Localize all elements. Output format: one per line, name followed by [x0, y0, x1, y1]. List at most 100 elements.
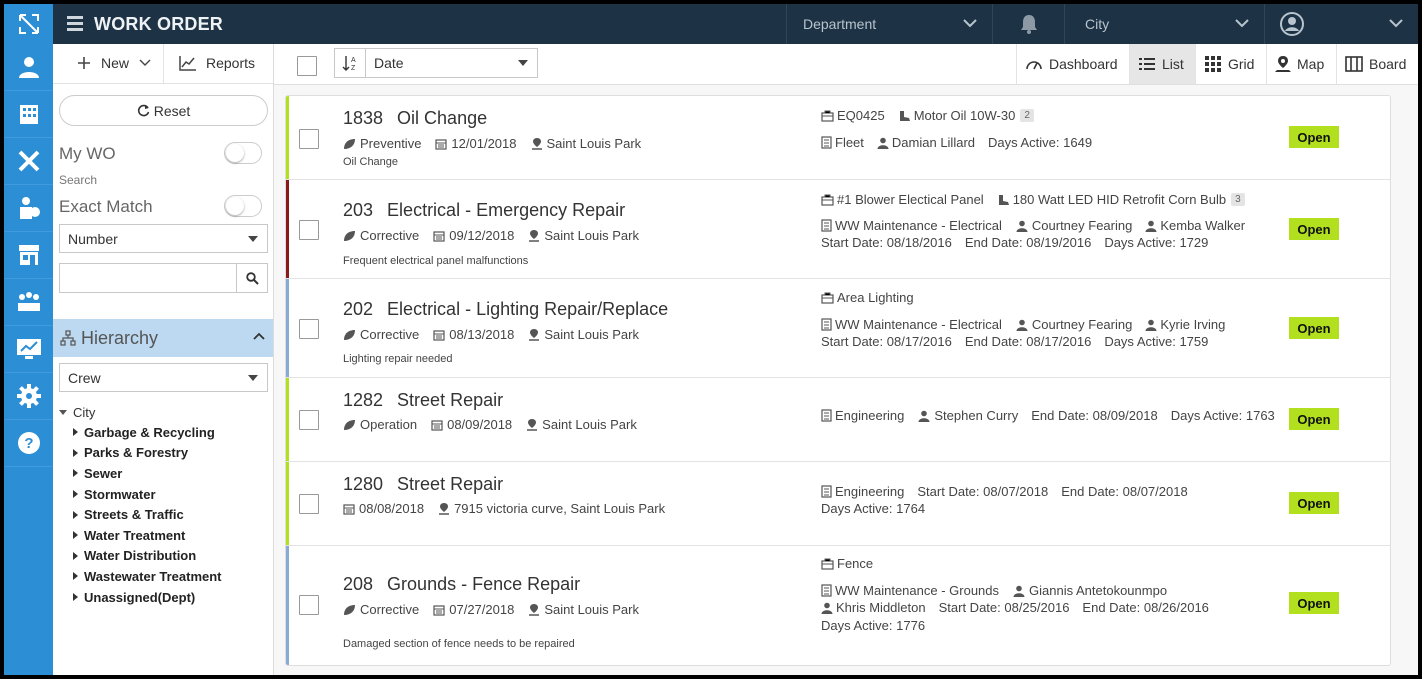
notifications-button[interactable]	[992, 4, 1064, 44]
department-dropdown[interactable]: Department	[786, 4, 992, 44]
work-order-row[interactable]: 1838 Oil Change Preventive 12/01/2018 Sai…	[286, 96, 1390, 180]
work-order-name: Grounds - Fence Repair	[387, 574, 581, 594]
work-order-title[interactable]: 202 Electrical - Lighting Repair/Replace	[343, 299, 668, 320]
tree-node[interactable]: Water Treatment	[59, 525, 269, 546]
row-checkbox[interactable]	[299, 129, 319, 149]
row-checkbox[interactable]	[299, 494, 319, 514]
tree-node[interactable]: Garbage & Recycling	[59, 422, 269, 443]
gauge-icon	[1026, 61, 1042, 70]
work-order-title[interactable]: 1280 Street Repair	[343, 474, 503, 495]
work-order-row[interactable]: 202 Electrical - Lighting Repair/Replace …	[286, 279, 1390, 378]
asset-icon	[821, 110, 834, 122]
gear-icon	[16, 384, 41, 408]
tree-node[interactable]: Unassigned(Dept)	[59, 587, 269, 608]
caret-right-icon	[73, 490, 78, 499]
days-line: Days Active: 1764	[821, 501, 938, 516]
tree-node[interactable]: Water Distribution	[59, 546, 269, 567]
tree-node[interactable]: Sewer	[59, 463, 269, 484]
exact-match-toggle[interactable]	[224, 195, 262, 217]
tree-node[interactable]: Parks & Forestry	[59, 443, 269, 464]
search-button[interactable]	[236, 264, 267, 292]
rail-item-requests[interactable]	[4, 185, 53, 232]
view-list-button[interactable]: List	[1129, 44, 1195, 84]
new-button[interactable]: New	[77, 55, 151, 71]
rail-item-meetings[interactable]	[4, 279, 53, 326]
my-wo-toggle[interactable]	[224, 142, 262, 164]
work-order-title[interactable]: 203 Electrical - Emergency Repair	[343, 200, 625, 221]
chevron-up-icon	[253, 332, 265, 340]
search-input[interactable]	[60, 264, 236, 292]
rail-item-help[interactable]: ?	[4, 420, 53, 467]
chart-icon	[179, 56, 196, 71]
row-checkbox[interactable]	[299, 319, 319, 339]
reports-button[interactable]: Reports	[179, 55, 255, 71]
end-date-label: End Date: 08/07/2018	[1061, 484, 1188, 499]
part-label: Motor Oil 10W-30	[913, 108, 1016, 123]
tree-node[interactable]: Streets & Traffic	[59, 504, 269, 525]
exact-match-label: Exact Match	[59, 197, 153, 216]
type-label: Operation	[360, 417, 418, 432]
tree-node[interactable]: Stormwater	[59, 484, 269, 505]
tree-node-label: Stormwater	[84, 486, 156, 502]
app-logo-icon[interactable]	[4, 4, 53, 44]
work-order-description: Frequent electrical panel malfunctions	[343, 255, 529, 267]
view-label: List	[1162, 56, 1184, 72]
work-order-number: 203	[343, 200, 374, 220]
work-order-title[interactable]: 1838 Oil Change	[343, 108, 487, 129]
assignee-label: Damian Lillard	[891, 135, 975, 150]
boot-icon	[998, 194, 1009, 205]
tree-node[interactable]: Wastewater Treatment	[59, 566, 269, 587]
work-order-row[interactable]: 1280 Street Repair 08/08/2018 7915 victor…	[286, 462, 1390, 546]
caret-down-icon	[248, 375, 258, 381]
start-date-label: Start Date: 08/07/2018	[917, 484, 1049, 499]
location-label: Saint Louis Park	[542, 417, 637, 432]
row-checkbox[interactable]	[299, 410, 319, 430]
assignee-label: Stephen Curry	[934, 408, 1019, 423]
tree-node-label: City	[73, 404, 96, 420]
caret-down-icon	[248, 236, 258, 242]
work-order-list: 1838 Oil Change Preventive 12/01/2018 Sai…	[285, 95, 1391, 666]
reset-button[interactable]: Reset	[59, 95, 268, 126]
work-order-row[interactable]: 203 Electrical - Emergency Repair Correct…	[286, 180, 1390, 279]
view-map-button[interactable]: Map	[1266, 44, 1336, 84]
type-label: Corrective	[360, 602, 420, 617]
assignment-line: WW Maintenance - Electrical Courtney Fea…	[821, 317, 1238, 332]
rail-item-inventory[interactable]	[4, 232, 53, 279]
department-label: Department	[803, 16, 877, 32]
sort-field-select[interactable]: Date	[365, 48, 538, 78]
hierarchy-header[interactable]: Hierarchy	[53, 319, 273, 357]
app-window: WORK ORDER Department City ? New Reports…	[4, 4, 1418, 675]
hamburger-menu-icon[interactable]	[67, 16, 83, 32]
hierarchy-select[interactable]: Crew	[59, 363, 268, 392]
rail-item-work-orders[interactable]	[4, 44, 53, 91]
select-all-checkbox[interactable]	[297, 56, 317, 76]
search-icon	[245, 271, 259, 285]
user-menu-dropdown[interactable]	[1264, 4, 1418, 44]
row-checkbox[interactable]	[299, 220, 319, 240]
asset-label: Fence	[837, 556, 874, 571]
city-dropdown[interactable]: City	[1064, 4, 1264, 44]
work-order-title[interactable]: 208 Grounds - Fence Repair	[343, 574, 580, 595]
row-checkbox[interactable]	[299, 595, 319, 615]
rail-item-maintenance[interactable]	[4, 138, 53, 185]
work-order-row[interactable]: 1282 Street Repair Operation 08/09/2018 S…	[286, 378, 1390, 462]
rail-item-assets[interactable]	[4, 91, 53, 138]
page-title: WORK ORDER	[94, 14, 223, 34]
rail-item-reports[interactable]	[4, 326, 53, 373]
rail-item-settings[interactable]	[4, 373, 53, 420]
view-dashboard-button[interactable]: Dashboard	[1016, 44, 1129, 84]
type-label: Preventive	[360, 136, 422, 151]
chevron-down-icon	[1235, 19, 1249, 28]
work-order-row[interactable]: 208 Grounds - Fence Repair Corrective 07/…	[286, 546, 1390, 665]
help-icon: ?	[17, 432, 40, 454]
tree-node-root[interactable]: City	[59, 402, 269, 422]
view-grid-button[interactable]: Grid	[1195, 44, 1266, 84]
sitemap-icon	[60, 330, 76, 346]
search-field-select[interactable]: Number	[59, 224, 268, 253]
location-label: Saint Louis Park	[546, 136, 642, 151]
store-icon	[18, 245, 39, 265]
work-order-title[interactable]: 1282 Street Repair	[343, 390, 503, 411]
sort-direction-button[interactable]: AZ	[334, 48, 366, 78]
work-order-meta: Corrective 09/12/2018 Saint Louis Park	[343, 228, 653, 243]
view-board-button[interactable]: Board	[1336, 44, 1418, 84]
